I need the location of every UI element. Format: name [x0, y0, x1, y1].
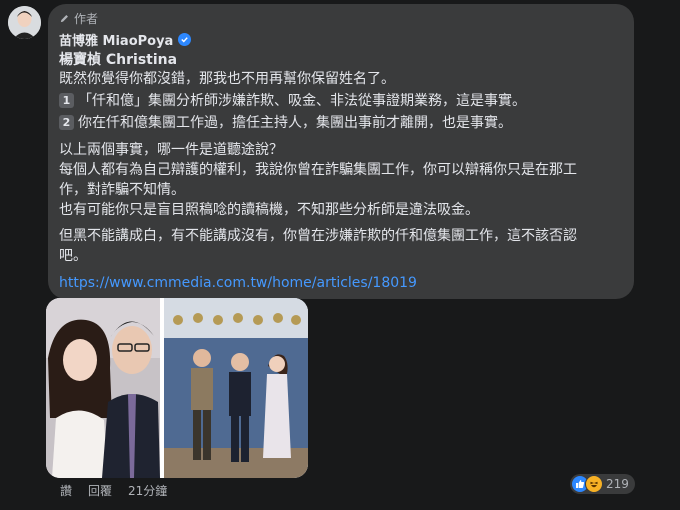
reaction-count: 219 [606, 477, 629, 491]
comment-bubble: 作者 苗博雅 MiaoPoya 楊寶楨 Christina 既然你覺得你都沒錯，… [48, 4, 634, 299]
author-name-row: 苗博雅 MiaoPoya [59, 30, 192, 49]
comment-line-6: 作，對詐騙不知情。 [59, 182, 185, 198]
pencil-icon [60, 15, 68, 23]
keycap-2-icon: 2 [59, 115, 74, 130]
like-button[interactable]: 讚 [60, 482, 72, 499]
article-link[interactable]: https://www.cmmedia.com.tw/home/articles… [59, 273, 417, 293]
comment-line-7: 也有可能你只是盲目照稿唸的讀稿機，不知那些分析師是違法吸金。 [59, 202, 479, 218]
haha-reaction-icon [585, 475, 603, 493]
photo-collage [46, 298, 308, 478]
comment-timestamp[interactable]: 21分鐘 [128, 482, 167, 499]
comment-line-9: 吧。 [59, 248, 87, 264]
comment-line-1: 既然你覺得你都沒錯，那我也不用再幫你保留姓名了。 [59, 71, 395, 87]
comment-line-3: 2 你在仟和億集團工作過，擔任主持人，集團出事前才離開，也是事實。 [59, 113, 512, 133]
author-avatar[interactable] [8, 6, 41, 39]
comment-line-8: 但黑不能講成白，有不能講成沒有，你曾在涉嫌詐欺的仟和億集團工作，這不該否認 [59, 228, 577, 244]
keycap-1-icon: 1 [59, 93, 74, 108]
reaction-summary[interactable]: 219 [570, 474, 635, 494]
verified-badge-icon [178, 33, 192, 46]
mention-link[interactable]: 楊寶楨 Christina [59, 50, 177, 70]
reply-button[interactable]: 回覆 [88, 482, 112, 499]
comment-actions: 讚 回覆 21分鐘 [60, 482, 167, 499]
comment-line-2: 1 「仟和億」集團分析師涉嫌詐欺、吸金、非法從事證期業務，這是事實。 [59, 91, 526, 111]
comment-line-5: 每個人都有為自己辯護的權利，我說你曾在詐騙集團工作，你可以辯稱你只是在那工 [59, 162, 577, 178]
comment-line-3-text: 你在仟和億集團工作過，擔任主持人，集團出事前才離開，也是事實。 [78, 115, 512, 131]
comment-line-2-text: 「仟和億」集團分析師涉嫌詐欺、吸金、非法從事證期業務，這是事實。 [78, 93, 526, 109]
attached-photos[interactable] [46, 298, 308, 478]
author-badge: 作者 [59, 10, 98, 27]
author-badge-label: 作者 [74, 12, 99, 26]
comment-line-4: 以上兩個事實，哪一件是道聽途說？ [59, 142, 283, 158]
author-name-link[interactable]: 苗博雅 MiaoPoya [59, 30, 173, 49]
avatar-photo [8, 6, 41, 39]
